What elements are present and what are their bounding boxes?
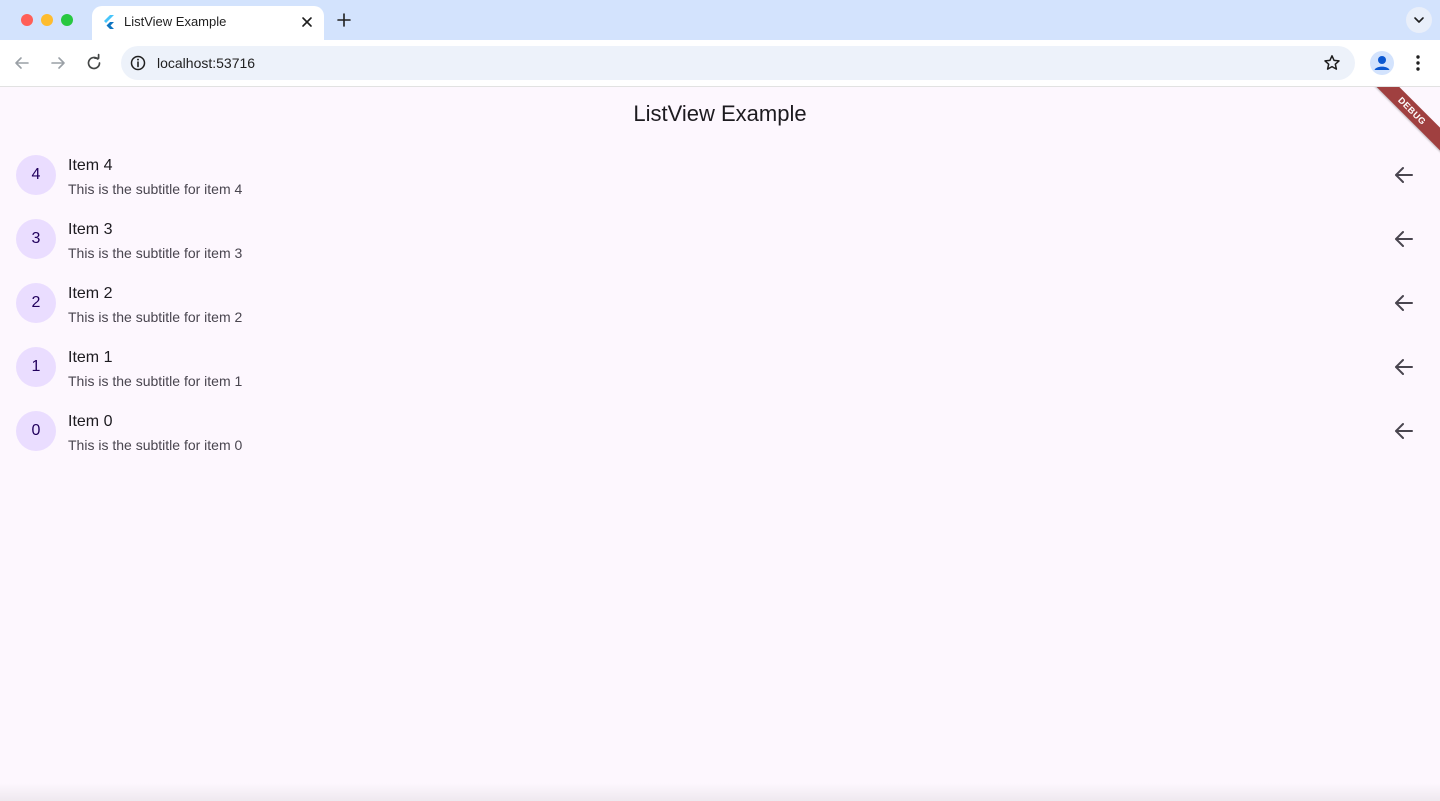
item-title: Item 4: [68, 157, 113, 174]
arrow-back-icon[interactable]: [1392, 355, 1416, 379]
list-item[interactable]: 4 Item 4 This is the subtitle for item 4: [0, 143, 1440, 207]
list-item[interactable]: 3 Item 3 This is the subtitle for item 3: [0, 207, 1440, 271]
item-subtitle: This is the subtitle for item 3: [68, 245, 243, 261]
app-bar-title: ListView Example: [633, 101, 807, 126]
item-title: Item 2: [68, 285, 113, 302]
window-bottom-shadow: [0, 783, 1440, 801]
item-subtitle: This is the subtitle for item 2: [68, 309, 243, 325]
browser-toolbar: localhost:53716: [0, 40, 1440, 87]
address-bar[interactable]: localhost:53716: [121, 46, 1355, 80]
site-info-icon[interactable]: [129, 54, 147, 72]
browser-tab-active[interactable]: ListView Example: [92, 6, 324, 40]
item-title: Item 0: [68, 413, 113, 430]
url-text: localhost:53716: [157, 55, 256, 71]
item-subtitle: This is the subtitle for item 4: [68, 181, 243, 197]
window-minimize-button[interactable]: [41, 14, 53, 26]
item-title: Item 1: [68, 349, 113, 366]
list-view[interactable]: 4 Item 4 This is the subtitle for item 4…: [0, 143, 1440, 463]
list-item[interactable]: 2 Item 2 This is the subtitle for item 2: [0, 271, 1440, 335]
browser-menu-icon[interactable]: [1409, 53, 1427, 73]
reload-icon[interactable]: [84, 53, 104, 73]
item-subtitle: This is the subtitle for item 0: [68, 437, 243, 453]
tab-search-button[interactable]: [1406, 7, 1432, 33]
arrow-back-icon[interactable]: [1392, 227, 1416, 251]
arrow-back-icon[interactable]: [1392, 291, 1416, 315]
chevron-down-icon: [1414, 17, 1424, 23]
bookmark-star-icon[interactable]: [1323, 54, 1341, 72]
tab-title: ListView Example: [124, 14, 227, 29]
item-avatar: 2: [16, 283, 56, 323]
forward-arrow-icon[interactable]: [48, 53, 68, 73]
window-zoom-button[interactable]: [61, 14, 73, 26]
browser-tab-bar: ListView Example: [0, 0, 1440, 40]
item-avatar: 4: [16, 155, 56, 195]
arrow-back-icon[interactable]: [1392, 419, 1416, 443]
flutter-logo-icon: [104, 15, 114, 29]
window-close-button[interactable]: [21, 14, 33, 26]
close-tab-icon[interactable]: [300, 15, 314, 29]
profile-avatar-icon[interactable]: [1369, 50, 1395, 76]
list-item[interactable]: 0 Item 0 This is the subtitle for item 0: [0, 399, 1440, 463]
item-avatar: 3: [16, 219, 56, 259]
item-avatar: 0: [16, 411, 56, 451]
item-subtitle: This is the subtitle for item 1: [68, 373, 243, 389]
back-arrow-icon[interactable]: [12, 53, 32, 73]
arrow-back-icon[interactable]: [1392, 163, 1416, 187]
list-item[interactable]: 1 Item 1 This is the subtitle for item 1: [0, 335, 1440, 399]
item-title: Item 3: [68, 221, 113, 238]
item-avatar: 1: [16, 347, 56, 387]
new-tab-icon[interactable]: [336, 12, 352, 28]
app-viewport: ListView Example DEBUG 4 Item 4 This is …: [0, 87, 1440, 801]
